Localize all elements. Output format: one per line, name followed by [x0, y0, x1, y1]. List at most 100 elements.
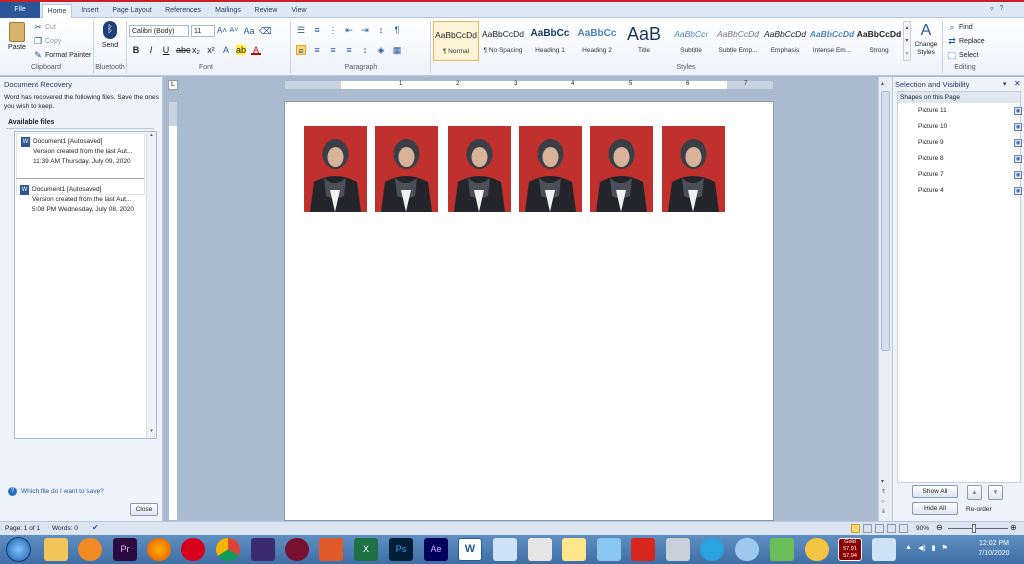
- print-layout-icon[interactable]: [851, 524, 860, 533]
- shape-item-picture-4[interactable]: Picture 4: [918, 187, 944, 194]
- hide-all-button[interactable]: Hide All: [912, 502, 958, 515]
- tab-review[interactable]: Review: [250, 4, 282, 18]
- change-styles-button[interactable]: A Change Styles: [912, 21, 940, 57]
- show-marks-icon[interactable]: ¶: [392, 25, 402, 35]
- tab-selector-icon[interactable]: L: [168, 80, 178, 90]
- style-heading-2[interactable]: AaBbCc Heading 2: [574, 21, 620, 61]
- justify-icon[interactable]: ≡: [344, 45, 354, 55]
- change-case-icon[interactable]: Aa: [241, 26, 257, 36]
- page-count[interactable]: Page: 1 of 1: [5, 525, 40, 532]
- text-effects-icon[interactable]: A: [221, 45, 231, 55]
- style-strong[interactable]: AaBbCcDd Strong: [856, 21, 902, 61]
- word-count[interactable]: Words: 0: [52, 525, 78, 532]
- format-painter-button[interactable]: ✎ Format Painter: [33, 50, 91, 60]
- style-normal[interactable]: AaBbCcDd ¶ Normal: [433, 21, 479, 61]
- shrink-font-icon[interactable]: A˅: [229, 26, 239, 36]
- ccleaner-icon[interactable]: [319, 538, 343, 561]
- horizontal-ruler[interactable]: 1 2 3 4 5 6 7: [284, 80, 774, 90]
- picture-11[interactable]: [662, 126, 725, 212]
- flag-icon[interactable]: ⚑: [942, 544, 948, 552]
- draft-icon[interactable]: [899, 524, 908, 533]
- list-scrollbar[interactable]: ▴ ▾: [146, 132, 156, 438]
- download-manager-icon[interactable]: [631, 538, 655, 561]
- bold-icon[interactable]: B: [131, 45, 141, 55]
- sticky-notes-icon[interactable]: [562, 538, 586, 561]
- gold-price-widget[interactable]: Gold 57.91 57.94: [838, 538, 862, 561]
- network-status-icon[interactable]: ▮: [932, 544, 936, 552]
- video-editor-icon[interactable]: [251, 538, 275, 561]
- zoom-slider-thumb[interactable]: [972, 524, 976, 533]
- premiere-pro-icon[interactable]: Pr: [113, 538, 137, 561]
- strikethrough-icon[interactable]: abc: [176, 45, 191, 55]
- align-center-icon[interactable]: ≡: [312, 45, 322, 55]
- styles-gallery-scroll[interactable]: ▴ ▾ ▿: [903, 21, 911, 61]
- visibility-eye-icon[interactable]: ◉: [1014, 171, 1022, 179]
- scroll-thumb[interactable]: [881, 91, 890, 351]
- multilevel-list-icon[interactable]: ⋮: [328, 25, 338, 35]
- bluetooth-send-button[interactable]: ᛒ Send: [99, 21, 121, 49]
- vertical-scrollbar[interactable]: ▴ ▾ ⇑ ○ ⇓: [878, 77, 892, 521]
- disc-burner-icon[interactable]: [285, 538, 309, 561]
- sort-icon[interactable]: ↕: [376, 25, 386, 35]
- device-icon[interactable]: [666, 538, 690, 561]
- outline-icon[interactable]: [887, 524, 896, 533]
- visibility-eye-icon[interactable]: ◉: [1014, 187, 1022, 195]
- picture-4[interactable]: [304, 126, 367, 212]
- picture-9[interactable]: [519, 126, 582, 212]
- app-icon[interactable]: [770, 538, 794, 561]
- subscript-icon[interactable]: x₂: [191, 45, 201, 55]
- shape-item-picture-8[interactable]: Picture 8: [918, 155, 944, 162]
- list-item[interactable]: W Document1 [Autosaved] Version created …: [16, 182, 145, 222]
- line-spacing-icon[interactable]: ↕: [360, 45, 370, 55]
- visibility-eye-icon[interactable]: ◉: [1014, 155, 1022, 163]
- tab-mailings[interactable]: Mailings: [210, 4, 246, 18]
- move-up-arrow-icon[interactable]: ▲: [967, 485, 982, 500]
- tab-file[interactable]: File: [0, 2, 40, 18]
- style-heading-1[interactable]: AaBbCc Heading 1: [527, 21, 573, 61]
- decrease-indent-icon[interactable]: ⇤: [344, 25, 354, 35]
- style-emphasis[interactable]: AaBbCcDd Emphasis: [762, 21, 808, 61]
- shading-icon[interactable]: ◈: [376, 45, 386, 55]
- close-icon[interactable]: ✕: [1014, 79, 1021, 88]
- increase-indent-icon[interactable]: ⇥: [360, 25, 370, 35]
- photoshop-icon[interactable]: Ps: [389, 538, 413, 561]
- tab-references[interactable]: References: [160, 4, 206, 18]
- replace-button[interactable]: ⇄ Replace: [947, 36, 984, 46]
- shape-item-picture-11[interactable]: Picture 11: [918, 107, 947, 114]
- photo-viewer-icon[interactable]: [493, 538, 517, 561]
- superscript-icon[interactable]: x²: [206, 45, 216, 55]
- proofing-icon[interactable]: ✔: [92, 523, 99, 532]
- firefox-icon[interactable]: [147, 538, 171, 561]
- style-no-spacing[interactable]: AaBbCcDd ¶ No Spacing: [480, 21, 526, 61]
- zoom-in-icon[interactable]: ⊕: [1010, 523, 1017, 532]
- show-hidden-icons-icon[interactable]: ▲: [905, 544, 912, 552]
- media-player-icon[interactable]: [78, 538, 102, 561]
- excel-icon[interactable]: X: [354, 538, 378, 561]
- after-effects-icon[interactable]: Ae: [424, 538, 448, 561]
- numbering-icon[interactable]: ≡: [312, 25, 322, 35]
- shape-item-picture-10[interactable]: Picture 10: [918, 123, 947, 130]
- borders-icon[interactable]: ▦: [392, 45, 402, 55]
- vertical-ruler[interactable]: [168, 101, 178, 521]
- tab-view[interactable]: View: [286, 4, 312, 18]
- help-link[interactable]: Which file do I want to save?: [21, 488, 104, 495]
- font-size-dropdown[interactable]: 11: [191, 25, 215, 37]
- picture-7[interactable]: [375, 126, 438, 212]
- full-screen-icon[interactable]: [863, 524, 872, 533]
- align-left-icon[interactable]: ≡: [296, 45, 306, 56]
- zoom-out-icon[interactable]: ⊖: [936, 523, 943, 532]
- visibility-eye-icon[interactable]: ◉: [1014, 139, 1022, 147]
- scroll-up-icon[interactable]: ▴: [881, 80, 884, 87]
- vpn-icon[interactable]: [805, 538, 829, 561]
- tab-page-layout[interactable]: Page Layout: [108, 4, 156, 18]
- shape-item-picture-7[interactable]: Picture 7: [918, 171, 944, 178]
- tab-insert[interactable]: Insert: [76, 4, 104, 18]
- telegram-icon[interactable]: [700, 538, 724, 561]
- cut-button[interactable]: ✂ Cut: [33, 22, 56, 32]
- select-button[interactable]: ⬚ Select: [947, 50, 979, 60]
- highlight-icon[interactable]: ab: [236, 45, 246, 55]
- network-icon[interactable]: [735, 538, 759, 561]
- chrome-icon[interactable]: [216, 538, 240, 561]
- style-title[interactable]: AaB Title: [621, 21, 667, 61]
- find-button[interactable]: ⌕ Find: [947, 22, 972, 32]
